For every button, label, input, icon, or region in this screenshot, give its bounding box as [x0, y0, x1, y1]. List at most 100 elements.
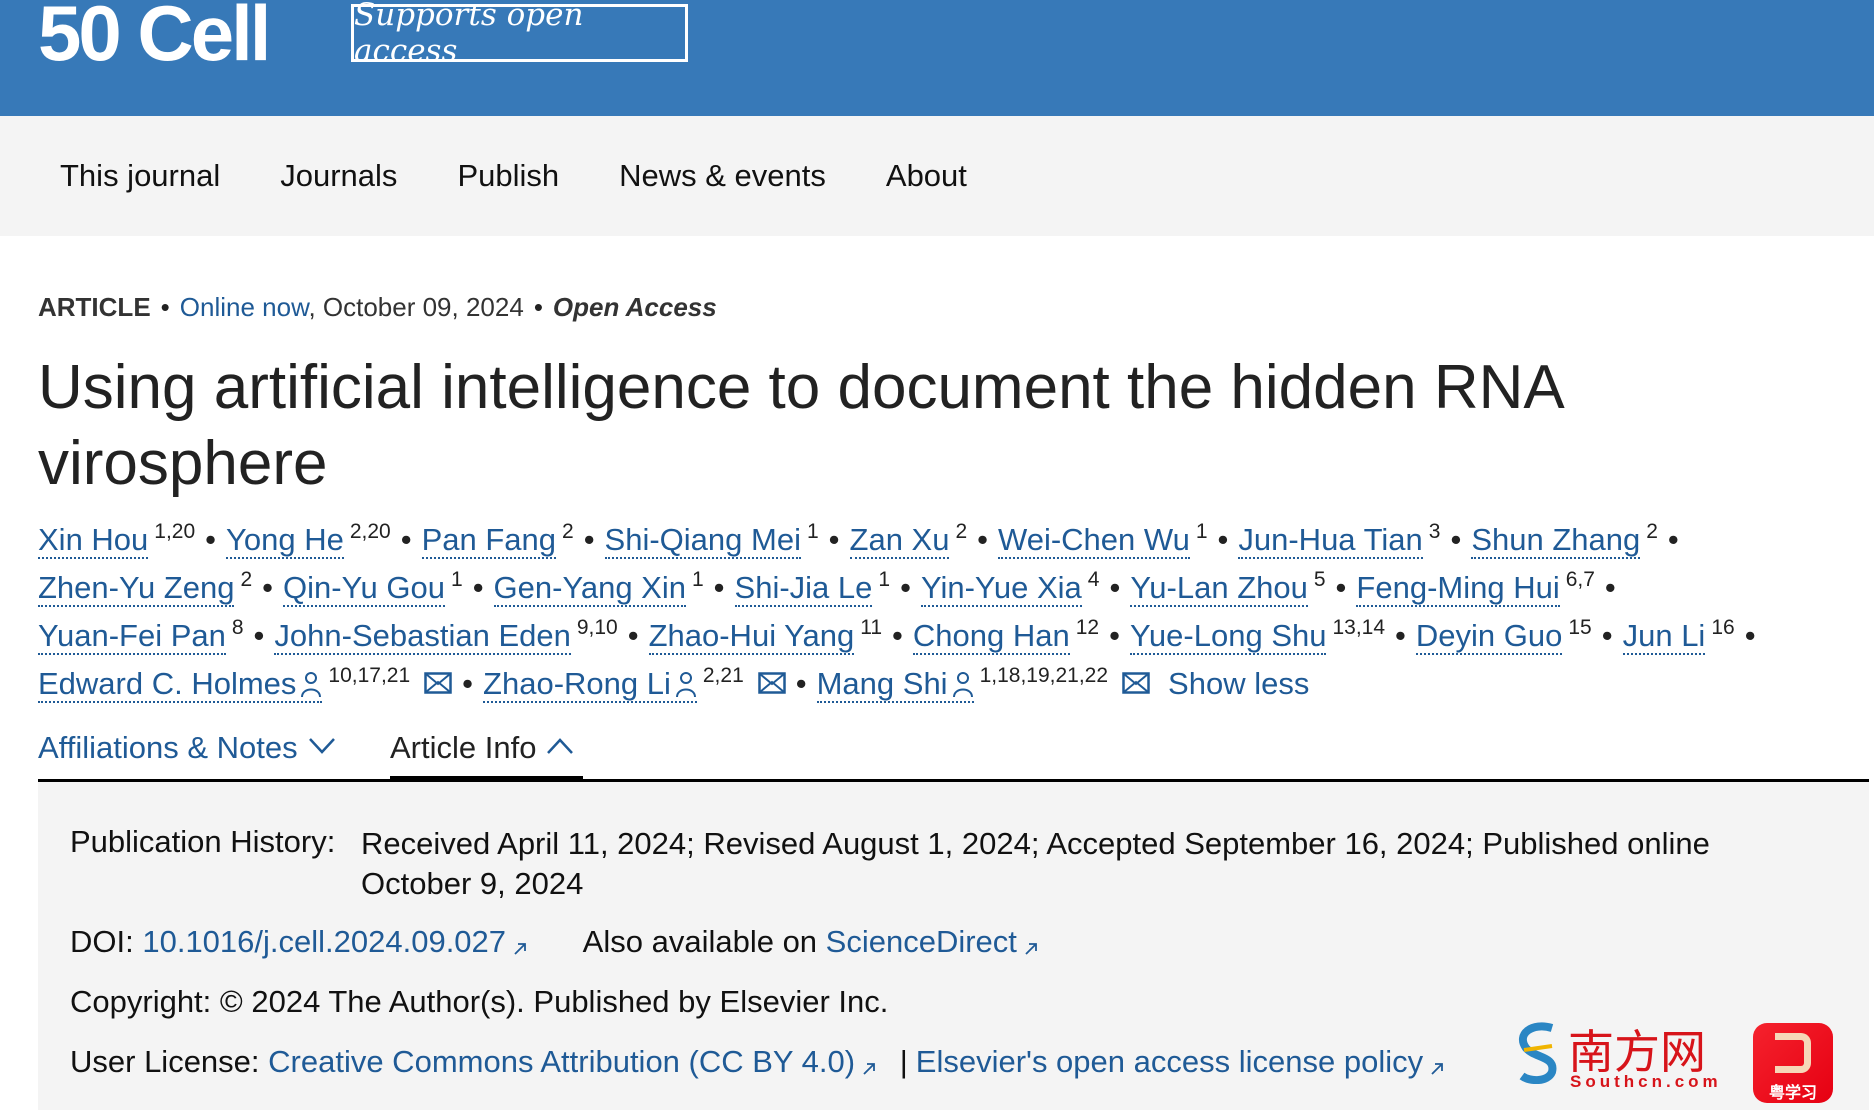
sciencedirect-link[interactable]: ScienceDirect	[826, 924, 1017, 959]
separator: •	[892, 618, 903, 653]
affiliation-numbers: 8	[231, 616, 244, 639]
separator: •	[400, 522, 412, 557]
affiliation-numbers: 1,20	[154, 520, 196, 543]
doi-row: DOI: 10.1016/j.cell.2024.09.027 Also ava…	[70, 924, 1039, 960]
author-link[interactable]: Yue-Long Shu	[1129, 618, 1327, 655]
chevron-up-icon	[547, 738, 574, 754]
author-link[interactable]: Zhen-Yu Zeng	[38, 570, 235, 607]
author-link[interactable]: Zhao-Hui Yang	[648, 618, 855, 655]
author-link[interactable]: Yong He	[226, 522, 344, 559]
affiliation-numbers: 2	[562, 520, 574, 543]
cc-by-license-link[interactable]: Creative Commons Attribution (CC BY 4.0)	[268, 1044, 855, 1079]
author-link[interactable]: Zan Xu	[849, 522, 950, 559]
nav-publish[interactable]: Publish	[457, 158, 559, 194]
main-nav: This journal Journals Publish News & eve…	[0, 116, 1874, 236]
email-icon[interactable]	[1122, 672, 1150, 694]
author-link[interactable]: Wei-Chen Wu	[998, 522, 1190, 559]
supports-open-access-badge[interactable]: Supports open access	[351, 0, 688, 69]
author-name: Shun Zhang	[1471, 522, 1641, 557]
doi-link[interactable]: 10.1016/j.cell.2024.09.027	[142, 924, 506, 959]
author-name: Yong He	[226, 522, 344, 557]
affiliation-numbers: 16	[1711, 616, 1735, 639]
nav-about[interactable]: About	[886, 158, 967, 194]
article-title: Using artificial intelligence to documen…	[38, 353, 1562, 498]
author-link[interactable]: Feng-Ming Hui	[1356, 570, 1560, 607]
tab-affiliations-notes[interactable]: Affiliations & Notes	[38, 730, 336, 782]
author-name: Zan Xu	[849, 522, 950, 557]
affiliation-numbers: 2	[1646, 520, 1658, 543]
author-name: Mang Shi	[816, 666, 948, 701]
author-link[interactable]: Deyin Guo	[1415, 618, 1563, 655]
separator: •	[262, 570, 274, 605]
nav-this-journal[interactable]: This journal	[60, 158, 220, 194]
author-name: Zhao-Hui Yang	[648, 618, 855, 653]
copyright: Copyright: © 2024 The Author(s). Publish…	[70, 984, 889, 1019]
author-link[interactable]: Yuan-Fei Pan	[38, 618, 226, 655]
cell-logo[interactable]: 50 Cell	[38, 0, 271, 79]
author-link[interactable]: Yin-Yue Xia	[920, 570, 1082, 607]
author-name: Jun-Hua Tian	[1238, 522, 1423, 557]
author-link[interactable]: Jun-Hua Tian	[1238, 522, 1423, 559]
author-link[interactable]: Gen-Yang Xin	[493, 570, 686, 607]
author-name: Edward C. Holmes	[38, 666, 297, 701]
affiliation-numbers: 15	[1568, 616, 1592, 639]
history-line: October 9, 2024	[361, 866, 584, 901]
affiliation-numbers: 2	[955, 520, 968, 543]
separator: •	[627, 618, 639, 653]
author-link[interactable]: Chong Han	[912, 618, 1070, 655]
author-link[interactable]: Pan Fang	[421, 522, 556, 559]
article-meta: ARTICLE • Online now, October 09, 2024 • Ope…	[38, 292, 717, 323]
author-link[interactable]: John-Sebastian Eden	[274, 618, 571, 655]
tab-article-info[interactable]: Article Info	[390, 730, 583, 784]
separator: •	[472, 570, 484, 605]
author-link[interactable]: Xin Hou	[38, 522, 149, 559]
author-link[interactable]: Qin-Yu Gou	[283, 570, 445, 607]
nav-journals[interactable]: Journals	[280, 158, 397, 194]
nav-news-events[interactable]: News & events	[619, 158, 826, 194]
separator: •	[462, 666, 474, 701]
app-name: 粤学习	[1768, 1085, 1817, 1102]
online-now-link[interactable]: Online now	[180, 292, 309, 322]
author-name: Wei-Chen Wu	[998, 522, 1190, 557]
author-name: Yuan-Fei Pan	[38, 618, 226, 653]
separator: •	[1395, 618, 1406, 653]
tab-label: Affiliations & Notes	[38, 730, 298, 765]
author-name: Pan Fang	[421, 522, 556, 557]
author-name: Yin-Yue Xia	[920, 570, 1082, 605]
author-link[interactable]: Zhao-Rong Li	[483, 666, 697, 703]
author-link[interactable]: Yu-Lan Zhou	[1130, 570, 1308, 607]
elsevier-policy-link[interactable]: Elsevier's open access license policy	[916, 1044, 1423, 1079]
history-label: Publication History:	[70, 824, 336, 859]
app-logo-icon	[1775, 1033, 1811, 1073]
author-name: Gen-Yang Xin	[493, 570, 686, 605]
yuexuexi-app-logo: 粤学习	[1753, 1023, 1833, 1103]
article-type: ARTICLE	[38, 292, 151, 322]
author-link[interactable]: Edward C. Holmes	[38, 666, 323, 703]
separator: •	[828, 522, 840, 557]
author-list: Xin Hou 1,20 • Yong He 2,20 • Pan Fang 2 • Shi-Qi…	[38, 520, 1766, 712]
affiliation-numbers: 1	[1195, 520, 1208, 543]
show-less-button[interactable]: Show less	[1168, 666, 1309, 701]
separator: •	[1335, 570, 1347, 605]
author-link[interactable]: Jun Li	[1622, 618, 1706, 655]
email-icon[interactable]	[424, 672, 452, 694]
history-line: Received April 11, 2024; Revised August …	[361, 826, 1710, 861]
author-name: Xin Hou	[38, 522, 149, 557]
separator: |	[899, 1044, 908, 1079]
license-label: User License:	[70, 1044, 269, 1079]
email-icon[interactable]	[758, 672, 786, 694]
separator: •	[583, 522, 595, 557]
author-link[interactable]: Shi-Qiang Mei	[604, 522, 801, 559]
separator: •	[1450, 522, 1462, 557]
affiliation-numbers: 2	[240, 568, 253, 591]
author-row: Yuan-Fei Pan 8 • John-Sebastian Eden 9,10 • Zh…	[38, 616, 1766, 664]
affiliation-numbers: 13,14	[1332, 616, 1386, 639]
author-link[interactable]: Mang Shi	[816, 666, 974, 703]
affiliation-numbers: 3	[1428, 520, 1441, 543]
author-link[interactable]: Shi-Jia Le	[734, 570, 873, 607]
external-link-icon	[863, 1063, 875, 1075]
open-access-label: Open Access	[552, 292, 717, 322]
author-link[interactable]: Shun Zhang	[1471, 522, 1641, 559]
southcn-logo-icon	[1519, 1022, 1557, 1084]
affiliation-numbers: 5	[1313, 568, 1326, 591]
